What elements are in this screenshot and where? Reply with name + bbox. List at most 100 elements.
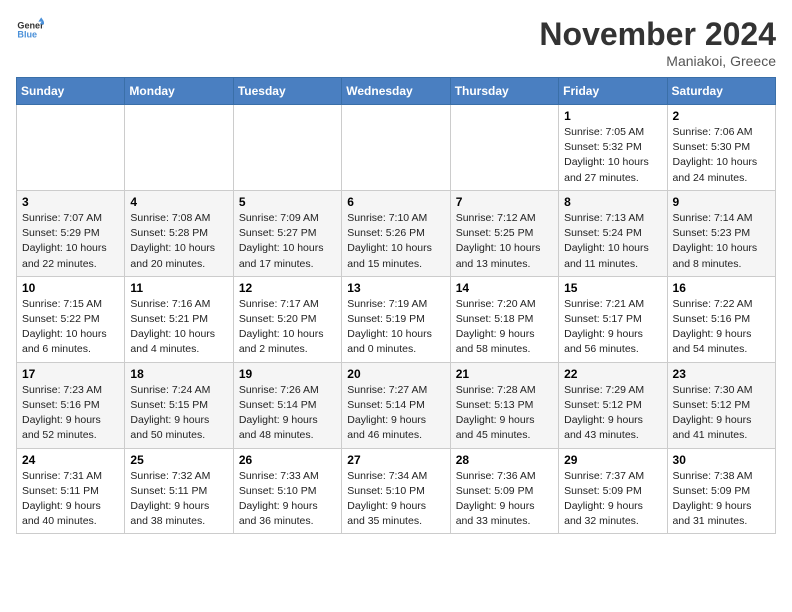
day-cell: 4Sunrise: 7:08 AMSunset: 5:28 PMDaylight… — [125, 190, 233, 276]
weekday-header-thursday: Thursday — [450, 78, 558, 105]
day-info: Sunrise: 7:14 AMSunset: 5:23 PMDaylight:… — [673, 211, 770, 272]
day-cell: 11Sunrise: 7:16 AMSunset: 5:21 PMDayligh… — [125, 276, 233, 362]
day-number: 3 — [22, 195, 119, 209]
day-info: Sunrise: 7:38 AMSunset: 5:09 PMDaylight:… — [673, 469, 770, 530]
day-cell: 22Sunrise: 7:29 AMSunset: 5:12 PMDayligh… — [559, 362, 667, 448]
day-cell: 14Sunrise: 7:20 AMSunset: 5:18 PMDayligh… — [450, 276, 558, 362]
day-cell — [450, 105, 558, 191]
day-info: Sunrise: 7:06 AMSunset: 5:30 PMDaylight:… — [673, 125, 770, 186]
weekday-row: SundayMondayTuesdayWednesdayThursdayFrid… — [17, 78, 776, 105]
day-cell: 20 Sunrise: 7:27 AMSunset: 5:14 PMDayligh… — [342, 362, 450, 448]
day-info: Sunrise: 7:36 AMSunset: 5:09 PMDaylight:… — [456, 469, 553, 530]
day-cell: 6 Sunrise: 7:10 AMSunset: 5:26 PMDaylight… — [342, 190, 450, 276]
day-cell: 21Sunrise: 7:28 AMSunset: 5:13 PMDayligh… — [450, 362, 558, 448]
week-row-3: 10 Sunrise: 7:15 AMSunset: 5:22 PMDayligh… — [17, 276, 776, 362]
day-info: Sunrise: 7:24 AMSunset: 5:15 PMDaylight:… — [130, 383, 227, 444]
day-number: 22 — [564, 367, 661, 381]
day-number: 17 — [22, 367, 119, 381]
day-info: Sunrise: 7:07 AMSunset: 5:29 PMDaylight:… — [22, 211, 119, 272]
week-row-4: 17 Sunrise: 7:23 AMSunset: 5:16 PMDayligh… — [17, 362, 776, 448]
day-info: Sunrise: 7:34 AMSunset: 5:10 PMDaylight:… — [347, 469, 444, 530]
day-cell: 28 Sunrise: 7:36 AMSunset: 5:09 PMDayligh… — [450, 448, 558, 534]
day-info: Sunrise: 7:05 AMSunset: 5:32 PMDaylight:… — [564, 125, 661, 186]
header: General Blue November 2024 Maniakoi, Gre… — [16, 16, 776, 69]
day-number: 19 — [239, 367, 336, 381]
day-number: 25 — [130, 453, 227, 467]
logo: General Blue — [16, 16, 44, 44]
day-cell: 5 Sunrise: 7:09 AMSunset: 5:27 PMDaylight… — [233, 190, 341, 276]
month-title: November 2024 — [539, 16, 776, 53]
weekday-header-friday: Friday — [559, 78, 667, 105]
day-info: Sunrise: 7:33 AMSunset: 5:10 PMDaylight:… — [239, 469, 336, 530]
day-number: 20 — [347, 367, 444, 381]
day-info: Sunrise: 7:16 AMSunset: 5:21 PMDaylight:… — [130, 297, 227, 358]
day-info: Sunrise: 7:26 AMSunset: 5:14 PMDaylight:… — [239, 383, 336, 444]
day-number: 23 — [673, 367, 770, 381]
day-number: 16 — [673, 281, 770, 295]
day-cell — [233, 105, 341, 191]
day-cell: 9 Sunrise: 7:14 AMSunset: 5:23 PMDaylight… — [667, 190, 775, 276]
day-info: Sunrise: 7:09 AMSunset: 5:27 PMDaylight:… — [239, 211, 336, 272]
day-number: 10 — [22, 281, 119, 295]
day-cell: 12 Sunrise: 7:17 AMSunset: 5:20 PMDayligh… — [233, 276, 341, 362]
day-number: 26 — [239, 453, 336, 467]
day-cell: 29 Sunrise: 7:37 AMSunset: 5:09 PMDayligh… — [559, 448, 667, 534]
day-cell: 3 Sunrise: 7:07 AMSunset: 5:29 PMDaylight… — [17, 190, 125, 276]
day-number: 14 — [456, 281, 553, 295]
day-number: 13 — [347, 281, 444, 295]
day-cell: 27 Sunrise: 7:34 AMSunset: 5:10 PMDayligh… — [342, 448, 450, 534]
weekday-header-monday: Monday — [125, 78, 233, 105]
day-cell: 16 Sunrise: 7:22 AMSunset: 5:16 PMDayligh… — [667, 276, 775, 362]
day-number: 12 — [239, 281, 336, 295]
day-number: 18 — [130, 367, 227, 381]
day-number: 5 — [239, 195, 336, 209]
logo-icon: General Blue — [16, 16, 44, 44]
day-cell: 13 Sunrise: 7:19 AMSunset: 5:19 PMDayligh… — [342, 276, 450, 362]
day-info: Sunrise: 7:13 AMSunset: 5:24 PMDaylight:… — [564, 211, 661, 272]
day-cell: 24 Sunrise: 7:31 AMSunset: 5:11 PMDayligh… — [17, 448, 125, 534]
calendar-table: SundayMondayTuesdayWednesdayThursdayFrid… — [16, 77, 776, 534]
day-number: 6 — [347, 195, 444, 209]
day-number: 30 — [673, 453, 770, 467]
day-info: Sunrise: 7:15 AMSunset: 5:22 PMDaylight:… — [22, 297, 119, 358]
day-info: Sunrise: 7:22 AMSunset: 5:16 PMDaylight:… — [673, 297, 770, 358]
day-cell: 30 Sunrise: 7:38 AMSunset: 5:09 PMDayligh… — [667, 448, 775, 534]
day-info: Sunrise: 7:27 AMSunset: 5:14 PMDaylight:… — [347, 383, 444, 444]
day-number: 4 — [130, 195, 227, 209]
day-cell: 15 Sunrise: 7:21 AMSunset: 5:17 PMDayligh… — [559, 276, 667, 362]
location: Maniakoi, Greece — [539, 53, 776, 69]
day-cell: 25Sunrise: 7:32 AMSunset: 5:11 PMDayligh… — [125, 448, 233, 534]
day-cell: 23 Sunrise: 7:30 AMSunset: 5:12 PMDayligh… — [667, 362, 775, 448]
day-info: Sunrise: 7:12 AMSunset: 5:25 PMDaylight:… — [456, 211, 553, 272]
svg-text:Blue: Blue — [17, 30, 37, 40]
day-cell: 26 Sunrise: 7:33 AMSunset: 5:10 PMDayligh… — [233, 448, 341, 534]
day-number: 29 — [564, 453, 661, 467]
week-row-2: 3 Sunrise: 7:07 AMSunset: 5:29 PMDaylight… — [17, 190, 776, 276]
day-info: Sunrise: 7:10 AMSunset: 5:26 PMDaylight:… — [347, 211, 444, 272]
day-info: Sunrise: 7:30 AMSunset: 5:12 PMDaylight:… — [673, 383, 770, 444]
day-cell — [342, 105, 450, 191]
day-info: Sunrise: 7:31 AMSunset: 5:11 PMDaylight:… — [22, 469, 119, 530]
day-cell: 19 Sunrise: 7:26 AMSunset: 5:14 PMDayligh… — [233, 362, 341, 448]
day-number: 2 — [673, 109, 770, 123]
day-info: Sunrise: 7:19 AMSunset: 5:19 PMDaylight:… — [347, 297, 444, 358]
weekday-header-saturday: Saturday — [667, 78, 775, 105]
day-cell: 2 Sunrise: 7:06 AMSunset: 5:30 PMDaylight… — [667, 105, 775, 191]
week-row-5: 24 Sunrise: 7:31 AMSunset: 5:11 PMDayligh… — [17, 448, 776, 534]
day-cell: 8Sunrise: 7:13 AMSunset: 5:24 PMDaylight… — [559, 190, 667, 276]
day-number: 15 — [564, 281, 661, 295]
day-info: Sunrise: 7:37 AMSunset: 5:09 PMDaylight:… — [564, 469, 661, 530]
day-info: Sunrise: 7:17 AMSunset: 5:20 PMDaylight:… — [239, 297, 336, 358]
day-cell — [17, 105, 125, 191]
day-number: 24 — [22, 453, 119, 467]
weekday-header-tuesday: Tuesday — [233, 78, 341, 105]
title-area: November 2024 Maniakoi, Greece — [539, 16, 776, 69]
day-number: 9 — [673, 195, 770, 209]
week-row-1: 1Sunrise: 7:05 AMSunset: 5:32 PMDaylight… — [17, 105, 776, 191]
day-info: Sunrise: 7:23 AMSunset: 5:16 PMDaylight:… — [22, 383, 119, 444]
day-cell: 1Sunrise: 7:05 AMSunset: 5:32 PMDaylight… — [559, 105, 667, 191]
day-cell: 10 Sunrise: 7:15 AMSunset: 5:22 PMDayligh… — [17, 276, 125, 362]
day-number: 28 — [456, 453, 553, 467]
day-info: Sunrise: 7:21 AMSunset: 5:17 PMDaylight:… — [564, 297, 661, 358]
day-number: 27 — [347, 453, 444, 467]
